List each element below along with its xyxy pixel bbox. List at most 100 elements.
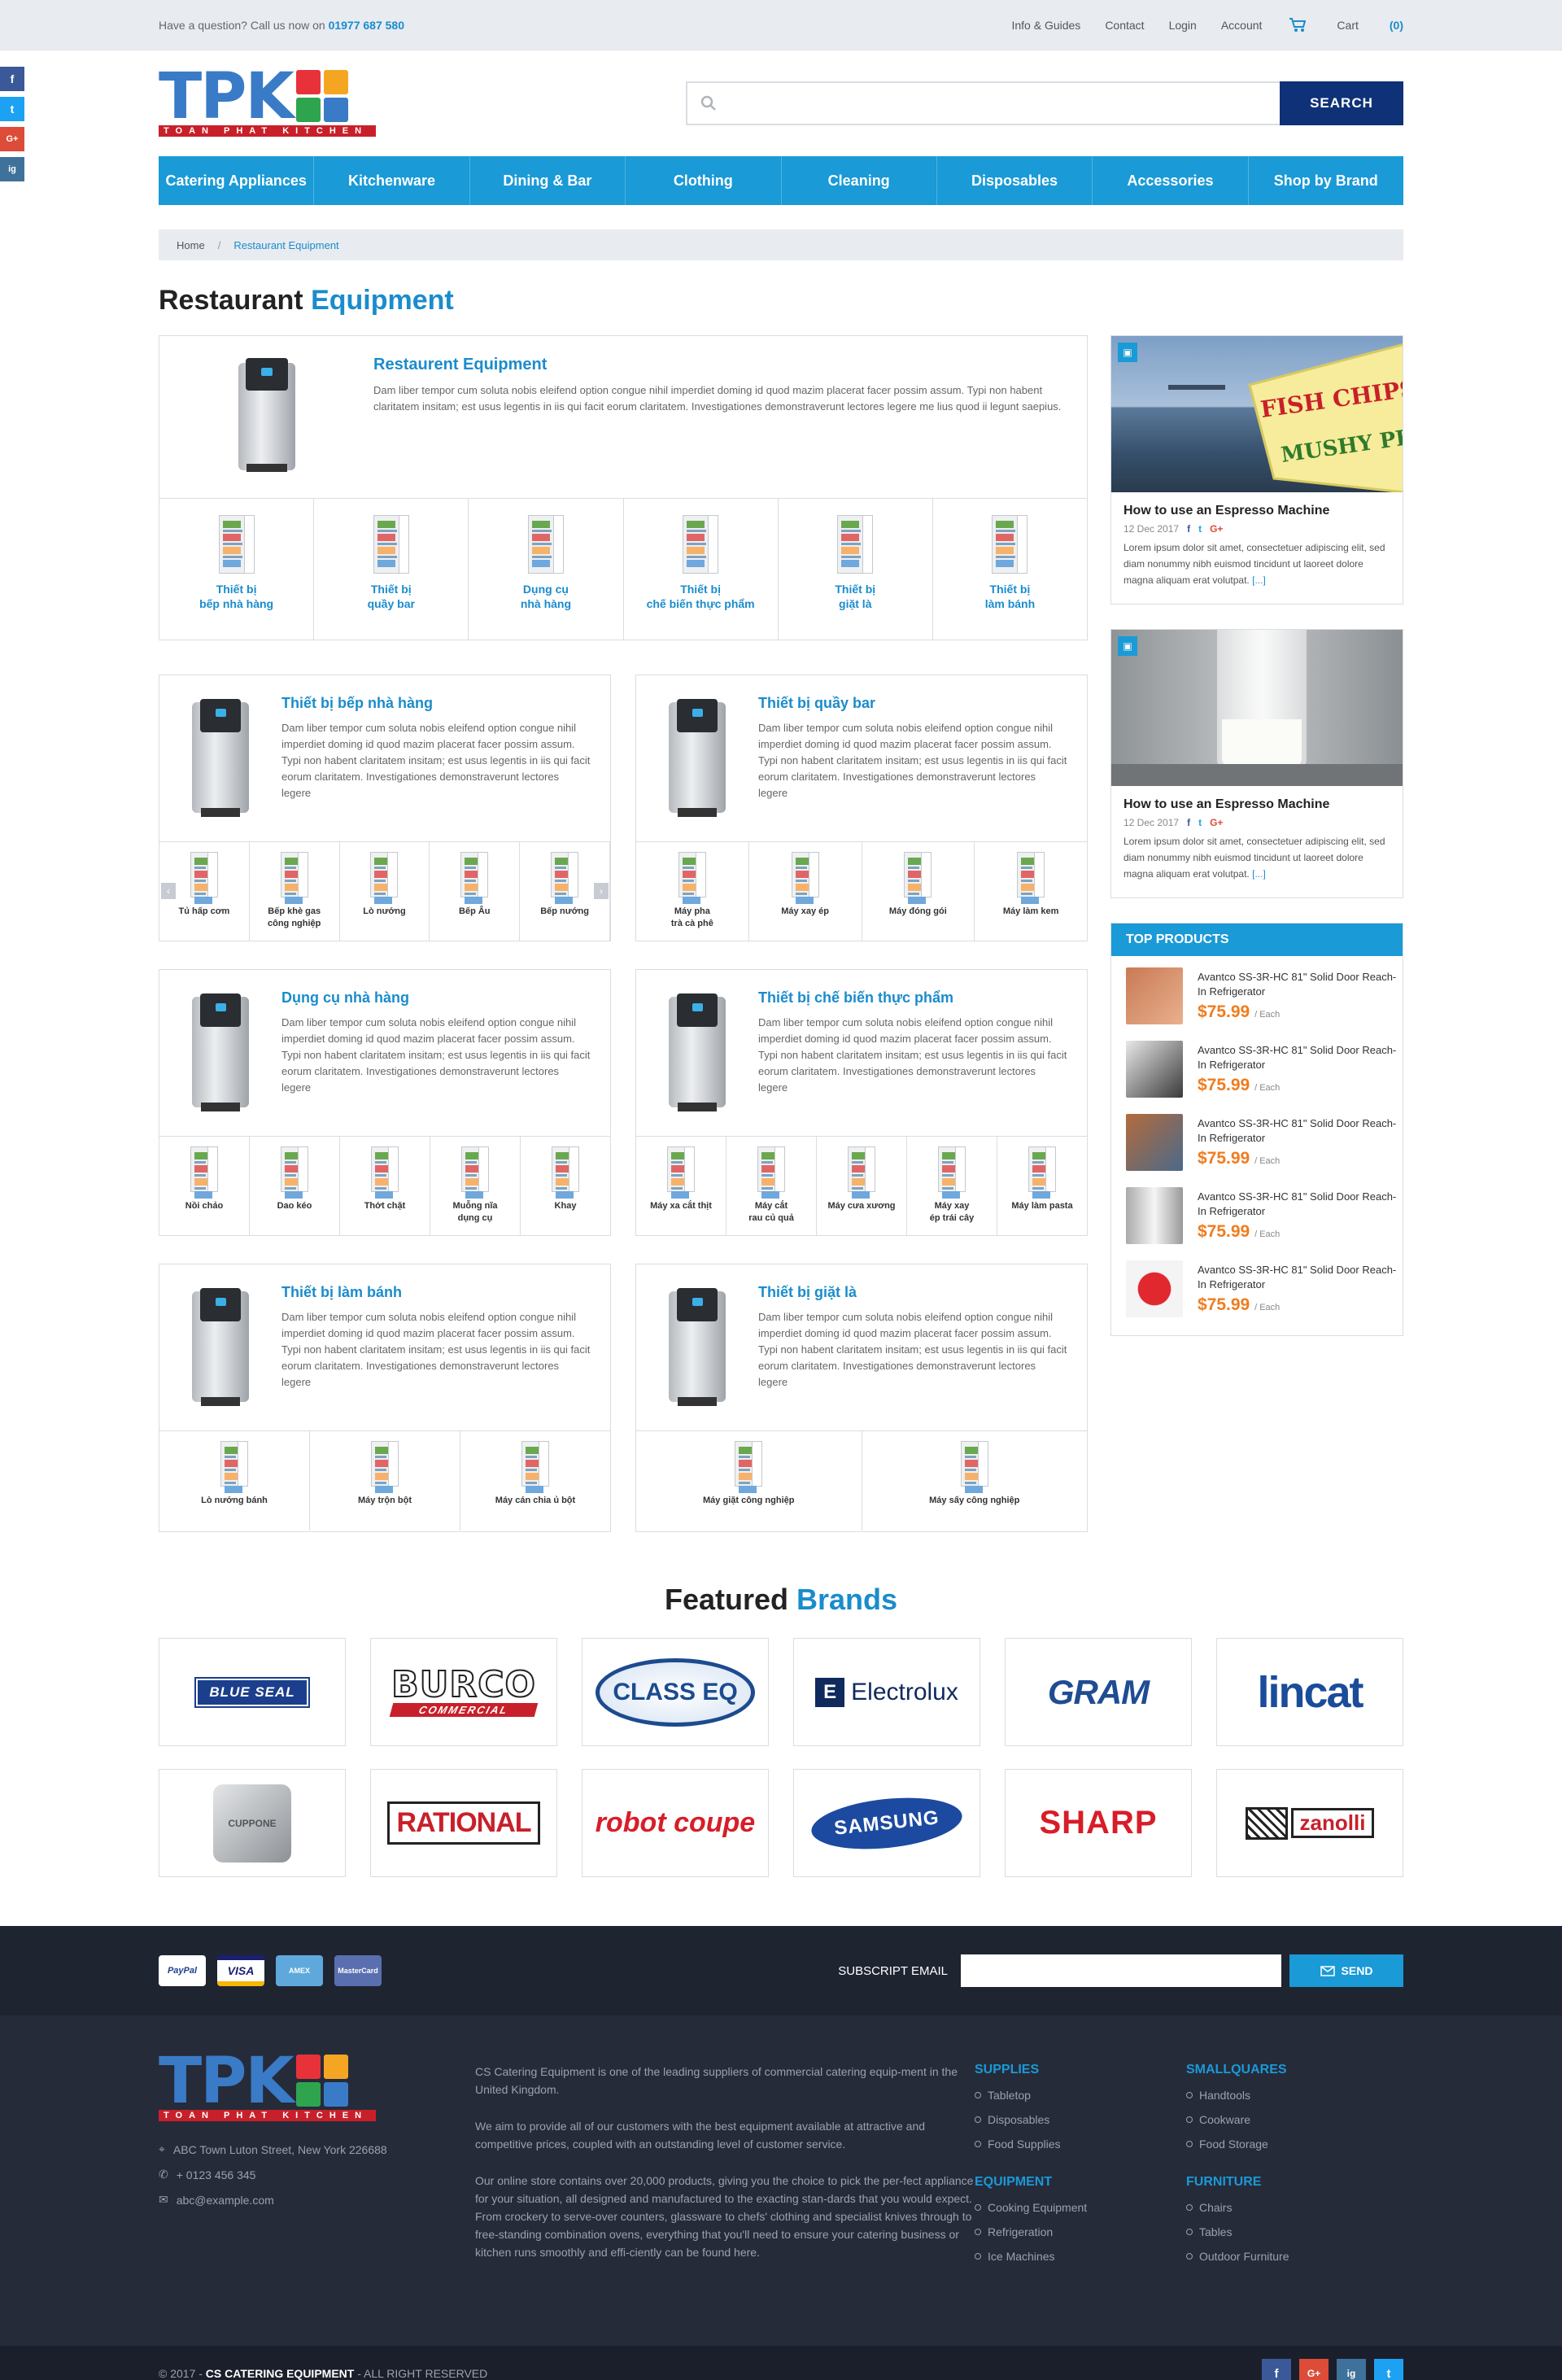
subcategory-tile[interactable]: Máy giặt công nghiệp (636, 1431, 862, 1531)
top-product-item[interactable]: Avantco SS-3R-HC 81" Solid Door Reach-In… (1111, 1106, 1403, 1179)
card-title[interactable]: Thiết bị bếp nhà hàng (281, 695, 591, 712)
subcategory-tile[interactable]: Máy xay ép trái cây (907, 1137, 997, 1236)
brand-blue-seal[interactable]: BLUE SEAL (159, 1638, 346, 1746)
google-plus-icon[interactable]: G+ (0, 127, 24, 151)
nav-clothing[interactable]: Clothing (626, 156, 782, 205)
facebook-icon[interactable]: f (0, 67, 24, 91)
subcategory-tile[interactable]: Thiết bị bếp nhà hàng (159, 499, 315, 640)
footer-link[interactable]: Ice Machines (975, 2250, 1186, 2263)
phone-link[interactable]: 01977 687 580 (329, 19, 404, 32)
subcategory-tile[interactable]: Bếp khè gas công nghiệp (250, 842, 340, 941)
email-input[interactable] (961, 1954, 1281, 1987)
send-button[interactable]: SEND (1289, 1954, 1403, 1987)
footer-link[interactable]: Refrigeration (975, 2225, 1186, 2238)
subcategory-tile[interactable]: Thiết bị làm bánh (933, 499, 1087, 640)
read-more-link[interactable]: [...] (1252, 868, 1266, 880)
login-link[interactable]: Login (1169, 19, 1197, 32)
brand-electrolux[interactable]: E Electrolux (793, 1638, 980, 1746)
instagram-icon[interactable]: ig (1337, 2359, 1366, 2380)
nav-catering-appliances[interactable]: Catering Appliances (159, 156, 315, 205)
brand-class-eq[interactable]: CLASS EQ (582, 1638, 769, 1746)
nav-disposables[interactable]: Disposables (937, 156, 1093, 205)
top-product-item[interactable]: Avantco SS-3R-HC 81" Solid Door Reach-In… (1111, 1033, 1403, 1106)
brand-burco[interactable]: BURCO COMMERCIAL (370, 1638, 557, 1746)
subcategory-tile[interactable]: Máy xay ép (749, 842, 862, 941)
top-product-item[interactable]: Avantco SS-3R-HC 81" Solid Door Reach-In… (1111, 1252, 1403, 1325)
info-guides-link[interactable]: Info & Guides (1011, 19, 1080, 32)
subcategory-tile[interactable]: Máy đóng gói (862, 842, 975, 941)
subcategory-tile[interactable]: Máy xa cắt thịt (636, 1137, 726, 1236)
footer-link[interactable]: Outdoor Furniture (1186, 2250, 1373, 2263)
post-title[interactable]: How to use an Espresso Machine (1124, 797, 1390, 812)
brand-cuppone[interactable]: CUPPONE (159, 1769, 346, 1877)
subcategory-tile[interactable]: Thiết bị giặt là (779, 499, 933, 640)
nav-kitchenware[interactable]: Kitchenware (314, 156, 470, 205)
search-input[interactable] (686, 81, 1280, 125)
subcategory-tile[interactable]: Thiết bị chế biến thực phẩm (624, 499, 779, 640)
footer-link[interactable]: Tabletop (975, 2089, 1186, 2102)
carousel-prev-button[interactable]: ‹ (161, 883, 176, 899)
card-title[interactable]: Thiết bị chế biến thực phẩm (758, 989, 1067, 1007)
brand-lincat[interactable]: lincat (1216, 1638, 1403, 1746)
google-plus-icon[interactable]: G+ (1299, 2359, 1329, 2380)
share-google-icon[interactable]: G+ (1210, 523, 1223, 535)
subcategory-tile[interactable]: Máy cán chia ủ bột (460, 1431, 610, 1531)
subcategory-tile[interactable]: Khay (521, 1137, 610, 1236)
instagram-icon[interactable]: ig (0, 157, 24, 181)
blog-post[interactable]: FISH CHIPS MUSHY PEAS ▣ How to use an Es… (1110, 335, 1403, 605)
facebook-icon[interactable]: f (1262, 2359, 1291, 2380)
subcategory-tile[interactable]: Dụng cụ nhà hàng (469, 499, 624, 640)
card-title[interactable]: Dụng cụ nhà hàng (281, 989, 591, 1007)
footer-link[interactable]: Food Supplies (975, 2138, 1186, 2151)
share-twitter-icon[interactable]: t (1198, 817, 1202, 828)
subcategory-tile[interactable]: Máy trộn bột (310, 1431, 460, 1531)
subcategory-tile[interactable]: Máy cắt rau củ quả (726, 1137, 817, 1236)
subcategory-tile[interactable]: Thớt chặt (340, 1137, 430, 1236)
share-twitter-icon[interactable]: t (1198, 523, 1202, 535)
footer-link[interactable]: Cooking Equipment (975, 2201, 1186, 2214)
account-link[interactable]: Account (1221, 19, 1263, 32)
footer-link[interactable]: Cookware (1186, 2113, 1373, 2126)
subcategory-tile[interactable]: Máy cưa xương (817, 1137, 907, 1236)
subcategory-tile[interactable]: Máy làm kem (975, 842, 1087, 941)
featured-title[interactable]: Restaurent Equipment (373, 356, 1073, 374)
subcategory-tile[interactable]: Muỗng nĩa dụng cụ (430, 1137, 521, 1236)
brand-sharp[interactable]: SHARP (1005, 1769, 1192, 1877)
breadcrumb-home[interactable]: Home (177, 239, 205, 251)
subcategory-tile[interactable]: Nồi chảo (159, 1137, 250, 1236)
cart-link[interactable]: Cart (0) (1289, 18, 1403, 33)
subcategory-tile[interactable]: Máy pha trà cà phê (636, 842, 749, 941)
card-title[interactable]: Thiết bị giặt là (758, 1284, 1067, 1301)
footer-link[interactable]: Handtools (1186, 2089, 1373, 2102)
footer-link[interactable]: Tables (1186, 2225, 1373, 2238)
subcategory-tile[interactable]: Thiết bị quầy bar (314, 499, 469, 640)
search-button[interactable]: SEARCH (1280, 81, 1403, 125)
brand-zanolli[interactable]: zanolli (1216, 1769, 1403, 1877)
contact-link[interactable]: Contact (1105, 19, 1144, 32)
share-google-icon[interactable]: G+ (1210, 817, 1223, 828)
nav-accessories[interactable]: Accessories (1093, 156, 1249, 205)
read-more-link[interactable]: [...] (1252, 574, 1266, 586)
footer-link[interactable]: Chairs (1186, 2201, 1373, 2214)
brand-samsung[interactable]: SAMSUNG (793, 1769, 980, 1877)
top-product-item[interactable]: Avantco SS-3R-HC 81" Solid Door Reach-In… (1111, 959, 1403, 1033)
subcategory-tile[interactable]: Máy sấy công nghiệp (862, 1431, 1088, 1531)
card-title[interactable]: Thiết bị quầy bar (758, 695, 1067, 712)
footer-link[interactable]: Disposables (975, 2113, 1186, 2126)
twitter-icon[interactable]: t (0, 97, 24, 121)
footer-link[interactable]: Food Storage (1186, 2138, 1373, 2151)
footer-email[interactable]: ✉ abc@example.com (159, 2193, 475, 2207)
nav-cleaning[interactable]: Cleaning (782, 156, 937, 205)
twitter-icon[interactable]: t (1374, 2359, 1403, 2380)
blog-post[interactable]: ▣ How to use an Espresso Machine 12 Dec … (1110, 629, 1403, 898)
post-title[interactable]: How to use an Espresso Machine (1124, 504, 1390, 518)
footer-logo[interactable]: TPK TOAN PHAT KITCHEN (159, 2050, 376, 2121)
brand-gram[interactable]: GRAM (1005, 1638, 1192, 1746)
subcategory-tile[interactable]: Bếp Âu (430, 842, 521, 941)
logo[interactable]: TPK TOAN PHAT KITCHEN (159, 65, 376, 137)
nav-dining-bar[interactable]: Dining & Bar (470, 156, 626, 205)
subcategory-tile[interactable]: Dao kéo (250, 1137, 340, 1236)
subcategory-tile[interactable]: Lò nướng bánh (159, 1431, 310, 1531)
brand-rational[interactable]: RATIONAL (370, 1769, 557, 1877)
brand-robot-coupe[interactable]: robot coupe (582, 1769, 769, 1877)
